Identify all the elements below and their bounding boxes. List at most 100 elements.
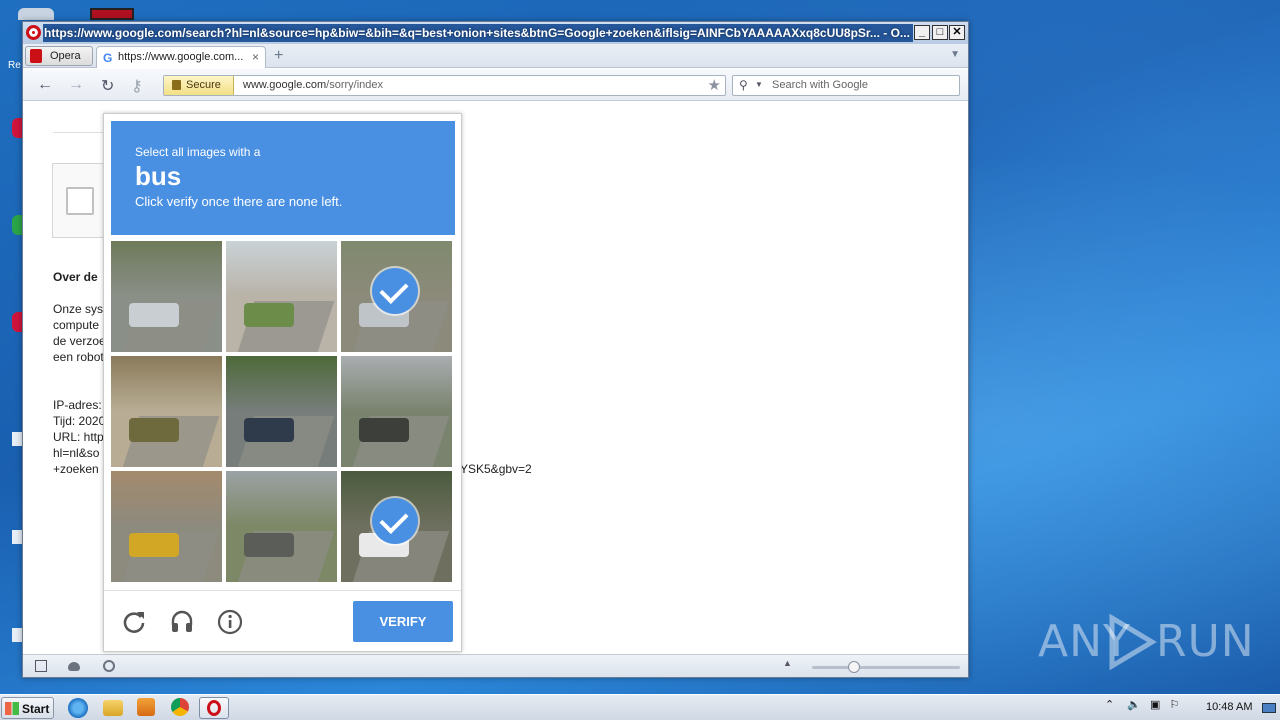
forward-arrow-icon[interactable]: →	[68, 76, 84, 94]
bookmark-star-icon[interactable]: ★	[708, 76, 721, 94]
tile-image-object	[359, 418, 409, 442]
scroll-up-icon[interactable]: ▲	[783, 658, 795, 670]
ie-taskbar-icon[interactable]	[68, 698, 88, 718]
desktop-icon-file-2[interactable]	[12, 530, 22, 544]
maximize-button[interactable]: □	[932, 25, 948, 40]
recaptcha-challenge: Select all images with a bus Click verif…	[103, 113, 462, 652]
tab-close-icon[interactable]: ×	[252, 50, 259, 64]
url-path: /sorry/index	[326, 79, 384, 91]
watermark-run: RUN	[1156, 616, 1255, 667]
play-logo-icon	[1109, 613, 1157, 671]
recaptcha-checkbox[interactable]	[66, 187, 94, 215]
close-button[interactable]: ✕	[949, 25, 965, 40]
desktop-icon-file-1[interactable]	[12, 432, 22, 446]
opera-taskbar-icon	[207, 700, 221, 716]
info-icon[interactable]	[217, 609, 243, 635]
tab-strip: Opera G https://www.google.com... × + ▼	[23, 44, 968, 68]
panel-toggle-icon[interactable]	[35, 660, 47, 672]
address-bar[interactable]: Secure www.google.com/sorry/index ★	[163, 75, 726, 96]
media-player-taskbar-icon[interactable]	[137, 698, 155, 716]
status-bar: ▲	[23, 654, 968, 677]
title-bar[interactable]: https://www.google.com/search?hl=nl&sour…	[23, 22, 968, 44]
cloud-icon[interactable]	[68, 662, 80, 671]
speed-dial-icon[interactable]	[103, 660, 115, 672]
search-engine-chevron-icon[interactable]: ▼	[755, 80, 763, 89]
desktop-icon-recycle[interactable]	[18, 8, 54, 20]
search-icon: ⚲	[739, 78, 748, 92]
opera-taskbar-button[interactable]	[199, 697, 229, 719]
tile-image-object	[129, 303, 179, 327]
tray-expand-icon[interactable]: ⌃	[1105, 699, 1114, 711]
captcha-tile[interactable]	[111, 241, 222, 352]
start-button[interactable]: Start	[1, 697, 54, 719]
secure-badge[interactable]: Secure	[164, 76, 234, 95]
captcha-tile[interactable]	[111, 471, 222, 582]
captcha-tile[interactable]	[226, 356, 337, 467]
key-icon[interactable]: ⚷	[131, 76, 143, 96]
audio-challenge-icon[interactable]	[169, 609, 195, 635]
new-tab-button[interactable]: +	[274, 47, 283, 65]
captcha-tile[interactable]	[226, 471, 337, 582]
page-paragraph-line: compute	[53, 318, 100, 332]
navigation-toolbar: ← → ↻ ⚷ Secure www.google.com/sorry/inde…	[23, 69, 968, 101]
page-heading: Over de	[53, 270, 98, 284]
challenge-keyword: bus	[135, 161, 182, 191]
desktop-icon-top[interactable]	[90, 8, 134, 20]
captcha-tile[interactable]	[341, 471, 452, 582]
captcha-tile[interactable]	[226, 241, 337, 352]
page-paragraph-line: een robot	[53, 350, 104, 364]
tile-image-background	[111, 241, 222, 296]
url-domain: www.google.com	[243, 79, 327, 91]
lock-icon	[172, 80, 181, 90]
tile-image-object	[129, 533, 179, 557]
tile-image-background	[111, 471, 222, 526]
reload-icon[interactable]: ↻	[101, 76, 114, 96]
volume-icon[interactable]: 🔈	[1127, 699, 1141, 711]
back-arrow-icon[interactable]: ←	[37, 76, 53, 94]
taskbar: Start ⌃ 🔈 ▣ ⚐ 10:48 AM	[0, 694, 1280, 720]
tile-image-background	[111, 356, 222, 411]
captcha-tile[interactable]	[341, 356, 452, 467]
opera-menu-label: Opera	[50, 50, 81, 62]
tab-title: https://www.google.com...	[118, 51, 244, 63]
tile-image-background	[226, 356, 337, 411]
info-line: hl=nl&so	[53, 446, 100, 460]
desktop-icon-file-3[interactable]	[12, 628, 22, 642]
anyrun-watermark: ANY RUN	[1038, 612, 1254, 672]
selected-check-icon	[372, 498, 418, 544]
reload-challenge-icon[interactable]	[121, 609, 147, 635]
action-center-flag-icon[interactable]: ⚐	[1170, 699, 1180, 711]
address-url: www.google.com/sorry/index	[243, 79, 383, 91]
google-favicon-icon: G	[103, 51, 113, 65]
tile-image-background	[341, 356, 452, 411]
explorer-taskbar-icon[interactable]	[103, 700, 123, 716]
challenge-hint: Click verify once there are none left.	[135, 194, 343, 209]
info-line: IP-adres:	[53, 398, 102, 412]
info-line: +zoeken	[53, 462, 99, 476]
tile-image-object	[244, 418, 294, 442]
tile-image-object	[129, 418, 179, 442]
tab-google[interactable]: G https://www.google.com... ×	[96, 46, 266, 68]
chrome-taskbar-icon[interactable]	[171, 698, 189, 716]
tile-image-object	[244, 303, 294, 327]
window-title: https://www.google.com/search?hl=nl&sour…	[44, 26, 910, 40]
zoom-slider[interactable]	[812, 666, 960, 669]
windows-flag-icon	[5, 702, 19, 715]
network-icon[interactable]: ▣	[1150, 699, 1160, 711]
show-desktop-button[interactable]	[1262, 703, 1276, 713]
clock: 10:48 AM	[1206, 701, 1253, 713]
page-paragraph-line: de verzoe	[53, 334, 106, 348]
opera-menu-button[interactable]: Opera	[25, 46, 93, 66]
minimize-button[interactable]: _	[914, 25, 930, 40]
tab-list-chevron-icon[interactable]: ▼	[950, 49, 960, 60]
zoom-knob[interactable]	[848, 661, 860, 673]
captcha-tile[interactable]	[111, 356, 222, 467]
search-placeholder: Search with Google	[772, 79, 868, 91]
captcha-tile[interactable]	[341, 241, 452, 352]
verify-button[interactable]: VERIFY	[353, 601, 453, 642]
search-input[interactable]: ⚲ ▼ Search with Google	[732, 75, 960, 96]
url-tail-text: YSK5&gbv=2	[460, 462, 532, 476]
selected-check-icon	[372, 268, 418, 314]
opera-logo-icon	[26, 25, 41, 40]
page-paragraph-line: Onze sys	[53, 302, 104, 316]
